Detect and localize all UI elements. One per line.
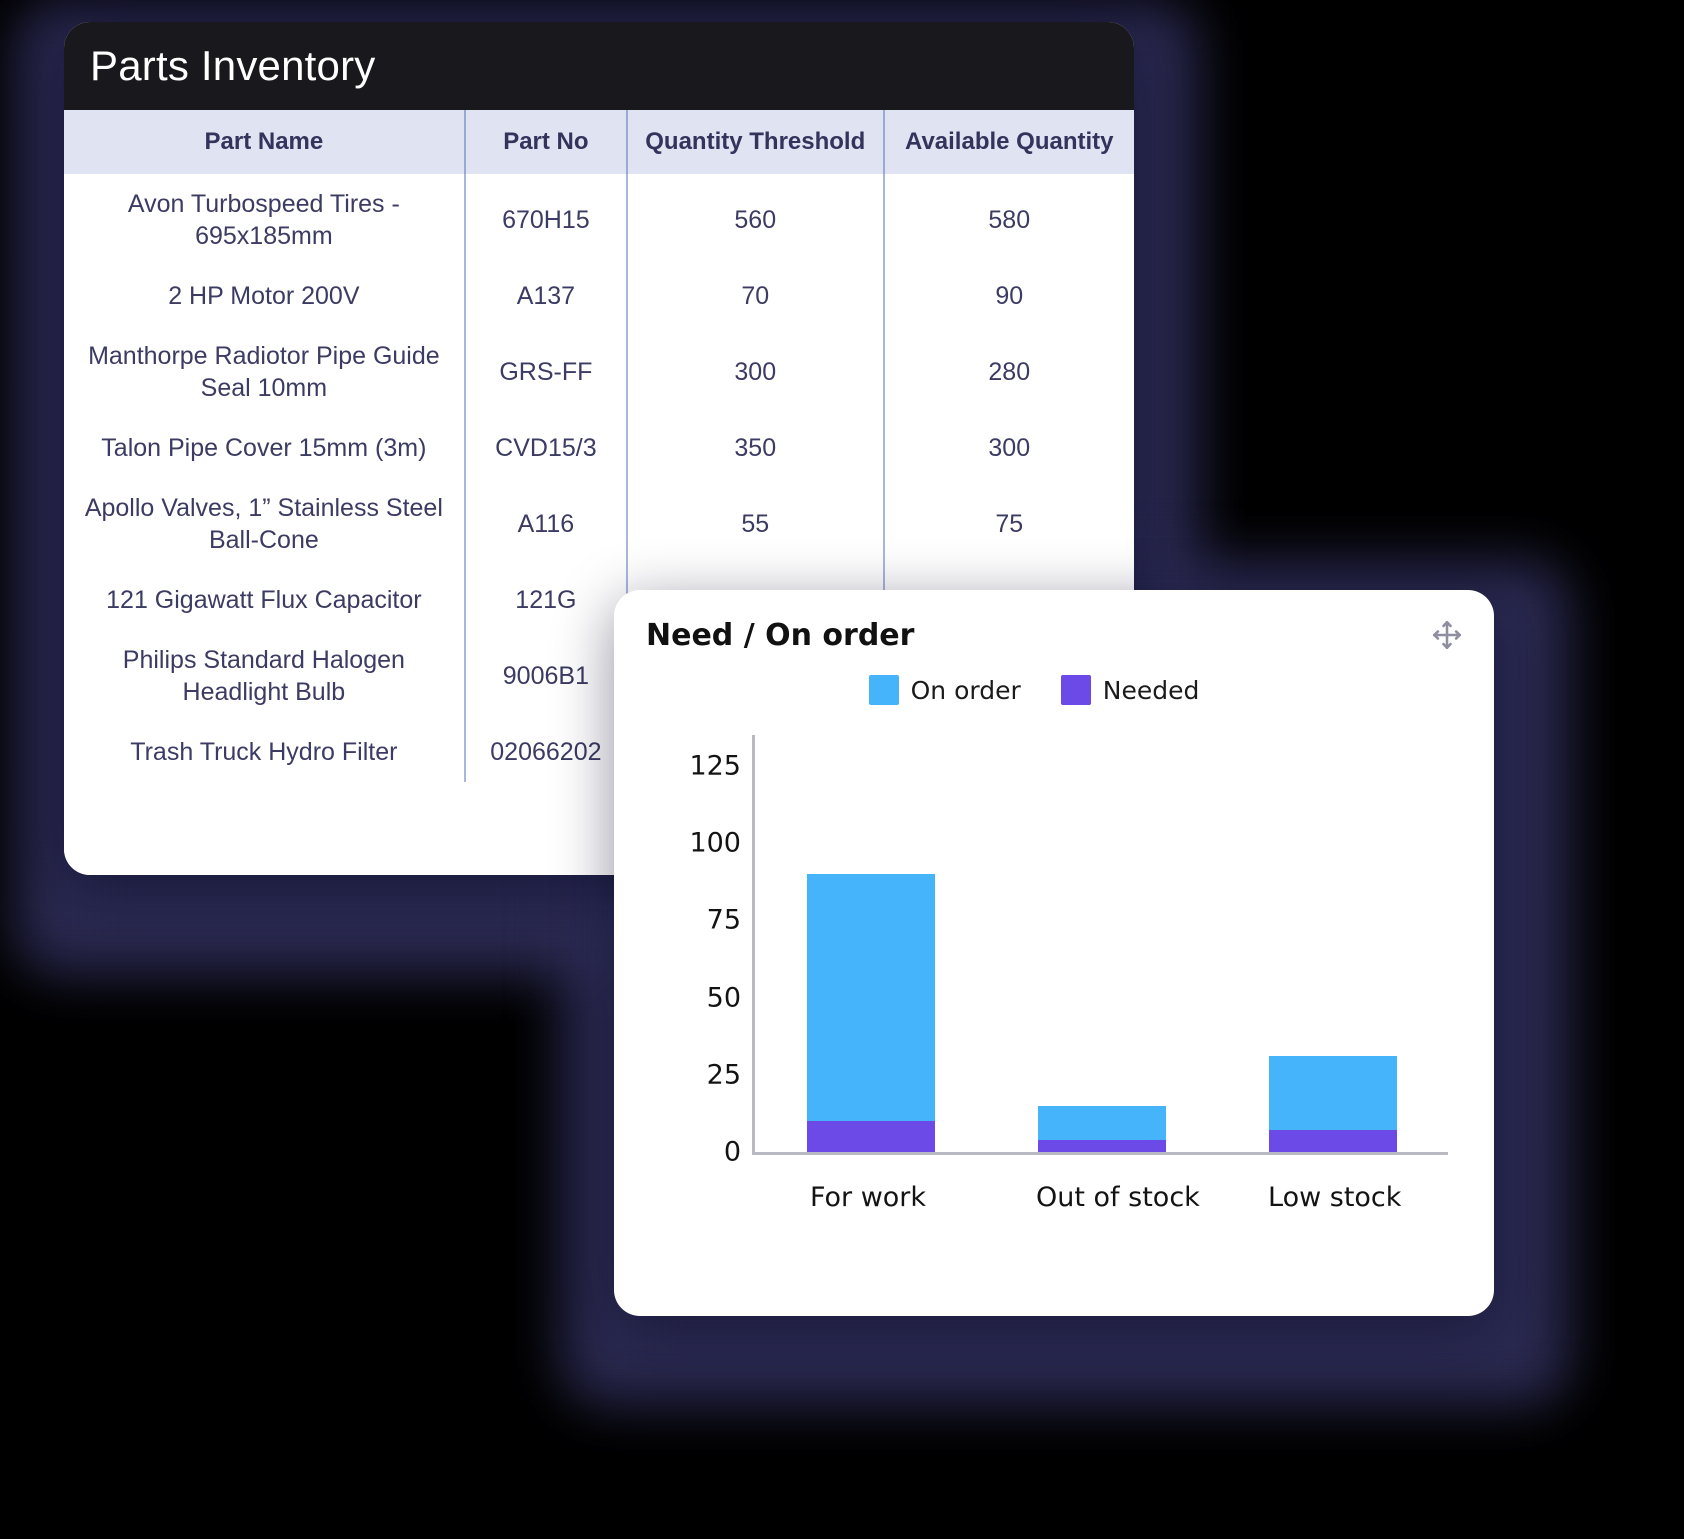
y-tick-0: 0 (723, 1136, 741, 1168)
cell-part-name: Philips Standard Halogen Headlight Bulb (64, 630, 466, 722)
cell-threshold: 70 (627, 266, 885, 326)
legend-swatch-needed (1060, 675, 1091, 705)
table-row[interactable]: 2 HP Motor 200V A137 70 90 (64, 266, 1134, 326)
y-tick-100: 100 (689, 827, 741, 859)
legend-label-on-order: On order (910, 675, 1021, 705)
need-on-order-card: Need / On order On order Needed 0 25 50 … (614, 590, 1494, 1316)
cell-part-name: Manthorpe Radiotor Pipe Guide Seal 10mm (64, 326, 466, 418)
bar-segment-needed[interactable] (1037, 1139, 1166, 1152)
cell-available: 280 (883, 326, 1134, 418)
bar-group-container (755, 735, 1448, 1152)
cell-part-name: Trash Truck Hydro Filter (64, 722, 466, 782)
chart-card-header: Need / On order (614, 590, 1494, 653)
table-row[interactable]: Manthorpe Radiotor Pipe Guide Seal 10mm … (64, 326, 1134, 418)
cell-part-no: A116 (464, 478, 629, 570)
column-header-part-no[interactable]: Part No (464, 110, 629, 174)
bar-segment-needed[interactable] (1268, 1130, 1397, 1152)
cell-part-no: A137 (464, 266, 629, 326)
cell-part-name: Talon Pipe Cover 15mm (3m) (64, 418, 466, 478)
card-header: Parts Inventory (64, 22, 1134, 110)
legend-item-needed[interactable]: Needed (1060, 675, 1200, 705)
bar-stack-low-stock[interactable] (1268, 735, 1397, 1152)
chart-plot-area: 0 25 50 75 100 125 For work Out of stock… (642, 727, 1454, 1247)
x-tick-low-stock: Low stock (1268, 1181, 1402, 1213)
page-title: Parts Inventory (90, 42, 376, 89)
plot-axes: 0 25 50 75 100 125 (689, 735, 1448, 1168)
table-header-row: Part Name Part No Quantity Threshold Ava… (64, 110, 1134, 174)
table-head: Part Name Part No Quantity Threshold Ava… (64, 110, 1134, 174)
y-tick-75: 75 (706, 904, 741, 936)
legend-label-needed: Needed (1102, 675, 1200, 705)
bar-stack-for-work[interactable] (806, 735, 935, 1152)
cell-part-name: 121 Gigawatt Flux Capacitor (64, 570, 466, 630)
cell-part-name: 2 HP Motor 200V (64, 266, 466, 326)
bar-segment-on-order[interactable] (1268, 1056, 1397, 1131)
table-row[interactable]: Talon Pipe Cover 15mm (3m) CVD15/3 350 3… (64, 418, 1134, 478)
column-header-available-quantity[interactable]: Available Quantity (883, 110, 1134, 174)
bar-stack-out-of-stock[interactable] (1037, 735, 1166, 1152)
table-row[interactable]: Avon Turbospeed Tires - 695x185mm 670H15… (64, 174, 1134, 266)
cell-threshold: 300 (627, 326, 885, 418)
cell-part-name: Avon Turbospeed Tires - 695x185mm (64, 174, 466, 266)
cell-threshold: 55 (627, 478, 885, 570)
x-tick-for-work: For work (809, 1181, 927, 1213)
cell-available: 75 (883, 478, 1134, 570)
cell-part-no: GRS-FF (464, 326, 629, 418)
bar-segment-needed[interactable] (806, 1121, 935, 1152)
x-tick-out-of-stock: Out of stock (1036, 1181, 1200, 1213)
table-row[interactable]: Apollo Valves, 1” Stainless Steel Ball-C… (64, 478, 1134, 570)
legend-swatch-on-order (868, 675, 899, 705)
bar-segment-on-order[interactable] (1037, 1105, 1166, 1140)
legend-item-on-order[interactable]: On order (868, 675, 1021, 705)
cell-part-no: 02066202 (464, 722, 629, 782)
y-tick-25: 25 (706, 1059, 741, 1091)
bar-segment-on-order[interactable] (806, 874, 935, 1122)
move-arrows-icon[interactable] (1430, 618, 1464, 652)
cell-part-no: 9006B1 (464, 630, 629, 722)
cell-available: 90 (883, 266, 1134, 326)
x-axis-labels: For work Out of stock Low stock (752, 1175, 1448, 1219)
cell-threshold: 350 (627, 418, 885, 478)
cell-part-no: 670H15 (464, 174, 629, 266)
y-tick-50: 50 (706, 982, 741, 1014)
y-tick-125: 125 (689, 750, 741, 782)
cell-threshold: 560 (627, 174, 885, 266)
cell-part-no: CVD15/3 (464, 418, 629, 478)
chart-legend: On order Needed (614, 675, 1494, 705)
cell-available: 580 (883, 174, 1134, 266)
cell-part-no: 121G (464, 570, 629, 630)
column-header-part-name[interactable]: Part Name (64, 110, 466, 174)
screen: Parts Inventory Part Name Part No Quanti… (0, 0, 1684, 1539)
column-header-quantity-threshold[interactable]: Quantity Threshold (627, 110, 885, 174)
cell-part-name: Apollo Valves, 1” Stainless Steel Ball-C… (64, 478, 466, 570)
chart-title: Need / On order (646, 618, 915, 653)
cell-available: 300 (883, 418, 1134, 478)
